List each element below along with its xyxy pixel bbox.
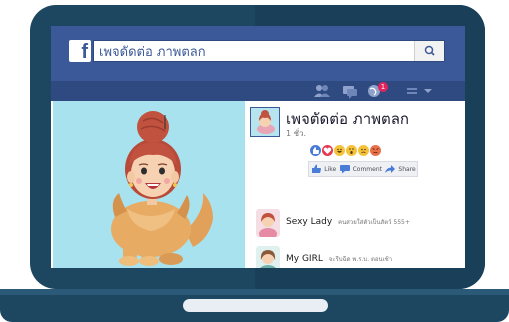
commenter-avatar-image (256, 246, 280, 268)
post-photo[interactable] (53, 101, 245, 268)
dog-woman-cartoon-image (111, 111, 213, 266)
facebook-nav-bar (51, 81, 465, 101)
angry-reaction-icon (370, 145, 381, 156)
search-input[interactable] (94, 41, 414, 61)
search-icon (424, 45, 435, 56)
share-icon (385, 165, 396, 173)
facebook-header: f (51, 26, 465, 81)
chevron-down-icon[interactable] (421, 81, 435, 101)
friends-icon[interactable] (313, 81, 331, 101)
messages-icon[interactable] (341, 81, 359, 101)
comment-button[interactable]: Comment (339, 164, 382, 174)
share-button-label: Share (398, 165, 416, 173)
like-button-label: Like (324, 165, 337, 173)
haha-reaction-icon (334, 145, 345, 156)
like-reaction-icon (310, 145, 321, 156)
commenter-avatar[interactable] (256, 209, 280, 237)
commenter-name[interactable]: Sexy Lady คนสวยใส่ตัวเป็นสัตว์ 555+ (286, 217, 410, 227)
comment-button-label: Comment (352, 165, 382, 173)
comment-icon (339, 165, 350, 174)
laptop-screen: f เพจดัดต่อ ภาพตลก 1 เพจตัดต่อ ภาพตลก 1 … (51, 26, 465, 268)
sad-reaction-icon (358, 145, 369, 156)
like-button[interactable]: Like (310, 164, 336, 174)
commenter-avatar-image (256, 209, 280, 237)
comment-item: My GIRL จะรีบฉีด พ.ร.บ. ตอนเช้า (256, 246, 461, 268)
laptop-trackpad (183, 299, 328, 312)
comment-item: Sexy Lady คนสวยใส่ตัวเป็นสัตว์ 555+ (256, 209, 461, 241)
post-timestamp: 1 ชั่ว. (286, 129, 307, 138)
post-panel: เพจตัดต่อ ภาพตลก 1 ชั่ว. Like Comment Sh… (246, 101, 465, 268)
laptop-base-edge (0, 289, 509, 295)
page-avatar-image (257, 110, 275, 134)
comment-text: คนสวยใส่ตัวเป็นสัตว์ 555+ (338, 219, 410, 226)
commenter-avatar[interactable] (256, 246, 280, 268)
page-avatar[interactable] (250, 107, 280, 137)
post-action-bar: Like Comment Share (308, 161, 418, 177)
wow-reaction-icon (346, 145, 357, 156)
search-bar[interactable] (93, 40, 445, 62)
comment-text: จะรีบฉีด พ.ร.บ. ตอนเช้า (328, 256, 393, 263)
settings-icon[interactable] (403, 81, 421, 101)
notification-badge: 1 (378, 82, 388, 92)
commenter-name[interactable]: My GIRL จะรีบฉีด พ.ร.บ. ตอนเช้า (286, 254, 392, 264)
search-button[interactable] (414, 41, 444, 61)
facebook-logo-icon[interactable]: f (69, 40, 91, 62)
reaction-icons[interactable] (310, 145, 381, 159)
share-button[interactable]: Share (384, 164, 416, 174)
laptop-illustration: f เพจดัดต่อ ภาพตลก 1 เพจตัดต่อ ภาพตลก 1 … (0, 0, 509, 322)
love-reaction-icon (322, 145, 333, 156)
like-icon (312, 164, 322, 173)
